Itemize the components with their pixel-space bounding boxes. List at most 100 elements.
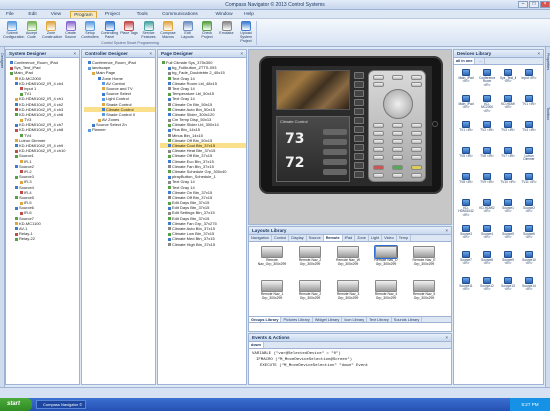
device-item[interactable]: KD-HDMI2 <IR>	[479, 199, 495, 221]
remote-key[interactable]	[392, 131, 403, 136]
ribbon-button-check[interactable]: Check Project	[198, 21, 216, 41]
nav-button[interactable]	[354, 171, 364, 178]
tab-temp[interactable]: Temp	[397, 235, 412, 241]
event-script[interactable]: VARIABLE ("var@SelectedDevice" = "0") IFM…	[249, 349, 451, 371]
climate-control-widget[interactable]: Climate Control 73 72	[276, 116, 350, 182]
remote-key[interactable]	[411, 75, 422, 80]
nav-button[interactable]	[354, 117, 364, 124]
device-item[interactable]: TV6 <IR>	[479, 147, 495, 169]
device-item[interactable]: TV1 <IR>	[458, 121, 474, 143]
device-item[interactable]: Main_iPad <IR>	[458, 95, 474, 117]
tab-remote[interactable]: Remote	[323, 235, 343, 241]
device-item[interactable]: TV1 <IR>	[521, 95, 537, 117]
remote-key[interactable]	[411, 82, 422, 87]
library-tab-groups-library[interactable]: Groups Library	[249, 317, 282, 322]
nav-button[interactable]	[354, 72, 364, 79]
dock-tab-label[interactable]: Designer	[0, 53, 4, 68]
event-line[interactable]: EXECUTE ("M_MoveDeviceSelection" "down" …	[252, 363, 448, 369]
ribbon-button-zone[interactable]: Zone Construction	[42, 21, 62, 41]
device-item[interactable]: KD-HDMI1042 <IR>	[458, 199, 474, 221]
layout-thumbnail[interactable]: Remote Nav_1 Grp_300x299	[255, 280, 289, 300]
tab-zone[interactable]: Zone	[355, 235, 369, 241]
menu-item-help[interactable]: Help	[241, 11, 257, 18]
menu-item-tools[interactable]: Tools	[134, 11, 151, 18]
library-tab-icon-library[interactable]: Icon Library	[342, 317, 368, 322]
climate-off-button[interactable]	[323, 159, 347, 165]
remote-key[interactable]	[411, 165, 422, 170]
library-tab-sounds-library[interactable]: Sounds Library	[392, 317, 423, 322]
device-item[interactable]: Source6 <IR>	[521, 225, 537, 247]
controller-tree[interactable]: Conference_Room_iPad landscape Main Page Zo…	[82, 58, 155, 133]
remote-key[interactable]	[373, 139, 384, 144]
layout-thumbnail[interactable]: Remote Nav_D Grp_300x299	[369, 245, 403, 266]
right-dock-tabs[interactable]: Properties Toolbox	[545, 47, 550, 387]
close-icon[interactable]: ×	[149, 50, 152, 58]
device-item[interactable]: Source4 <IR>	[479, 225, 495, 247]
ribbon-button-upload[interactable]: Upload System Project	[237, 21, 255, 42]
device-item[interactable]: Main_iPad <IR>	[458, 69, 474, 91]
tab-video[interactable]: Video	[382, 235, 397, 241]
ribbon-button-panel[interactable]: Controlling Panel	[101, 21, 119, 41]
device-item[interactable]: TV11 <IR>	[521, 173, 537, 195]
remote-key[interactable]	[373, 147, 384, 152]
ribbon-button-emulator[interactable]: Emulator	[218, 21, 236, 41]
layout-thumbnail[interactable]: Remote Nav_5 Grp_300x299	[407, 280, 441, 300]
device-item[interactable]: Source5 <IR>	[500, 225, 516, 247]
menu-item-edit[interactable]: Edit	[25, 11, 39, 18]
device-item[interactable]: TV8 <IR>	[458, 173, 474, 195]
nav-button[interactable]	[354, 126, 364, 133]
ribbon-button-code[interactable]: Accept Code	[23, 21, 41, 41]
climate-fan-button[interactable]	[323, 169, 347, 175]
nav-button[interactable]	[354, 135, 364, 142]
device-item[interactable]: TV7 <IR>	[500, 147, 516, 169]
device-item[interactable]: Source3 <IR>	[458, 225, 474, 247]
page-tree[interactable]: Full Climate Sys_375x300 bg_Fullbutton_ZT…	[158, 58, 246, 247]
remote-key[interactable]	[411, 139, 422, 144]
device-item[interactable]: Lutron Dimmer	[521, 147, 537, 169]
ribbon-button-source[interactable]: Create Source	[62, 21, 80, 41]
dock-tab-label[interactable]: Properties	[546, 53, 550, 70]
ribbon-button-service[interactable]: Service Features	[140, 21, 158, 41]
menu-item-project[interactable]: Project	[102, 11, 123, 18]
minimize-icon[interactable]: –	[518, 1, 528, 8]
device-item[interactable]: Input <IR>	[521, 69, 537, 91]
device-item[interactable]: Conference Room <IR>	[479, 69, 495, 91]
nav-button[interactable]	[354, 144, 364, 151]
tab-source[interactable]: Source	[307, 235, 324, 241]
tab-light[interactable]: Light	[369, 235, 383, 241]
close-icon[interactable]: ×	[445, 334, 448, 342]
nav-button[interactable]	[354, 108, 364, 115]
library-tab-pictures-library[interactable]: Pictures Library	[281, 317, 313, 322]
remote-key[interactable]	[373, 123, 384, 128]
menu-item-file[interactable]: File	[3, 11, 17, 18]
device-item[interactable]: Source7 <IR>	[458, 251, 474, 273]
layout-thumbnail[interactable]: Remote Nav_3 Grp_300x299	[331, 280, 365, 300]
layout-thumbnail[interactable]: Remote Nav_4 Grp_300x299	[369, 280, 403, 300]
remote-key[interactable]	[373, 131, 384, 136]
tab-all-in-one[interactable]: all in one	[454, 58, 476, 64]
tab-more[interactable]: ...	[477, 58, 485, 64]
remote-dpad[interactable]	[383, 89, 413, 119]
device-item[interactable]: TV9 <IR>	[479, 173, 495, 195]
remote-key[interactable]	[373, 155, 384, 160]
tree-item[interactable]: Planner	[84, 127, 155, 132]
ribbon-button-macro[interactable]: Compose Macros	[159, 21, 177, 41]
close-icon[interactable]: ×	[445, 227, 448, 235]
tab-ipad[interactable]: iPad	[343, 235, 356, 241]
tree-item[interactable]: Relay-22	[8, 236, 79, 241]
maximize-icon[interactable]: □	[529, 1, 539, 8]
layout-thumbnail[interactable]: Remote Nav_2 Grp_300x299	[293, 246, 327, 266]
layout-thumbnail[interactable]: Remote Nav_E Grp_300x299	[407, 246, 441, 266]
device-item[interactable]: KD-HDMI <IR>	[500, 95, 516, 117]
device-item[interactable]: TV5 <IR>	[458, 147, 474, 169]
library-tab-text-library[interactable]: Text Library	[367, 317, 392, 322]
device-item[interactable]: Source14 <IR>	[521, 277, 537, 299]
tab-navigation[interactable]: Navigation	[249, 235, 272, 241]
taskbar-item[interactable]: Compass Navigator ©	[36, 400, 86, 409]
device-item[interactable]: TV2 <IR>	[479, 121, 495, 143]
menu-item-communications[interactable]: Communications	[159, 11, 201, 18]
close-icon[interactable]: ×	[540, 1, 550, 8]
ipad-screen[interactable]: Climate Control 73 72	[272, 66, 432, 186]
device-item[interactable]: Sys_Test_iPad <IR>	[500, 69, 516, 91]
close-icon[interactable]: ×	[240, 50, 243, 58]
